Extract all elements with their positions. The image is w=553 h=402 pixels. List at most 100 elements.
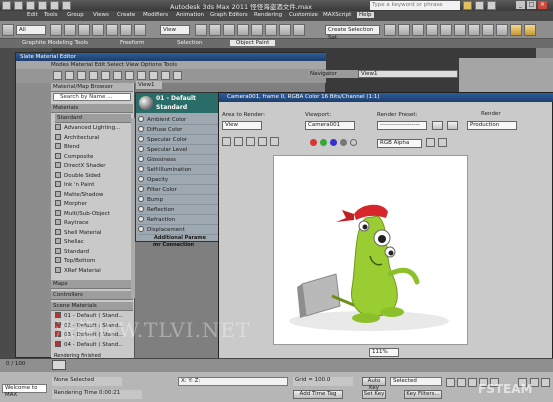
- edit-named-selection-icon[interactable]: [293, 24, 305, 36]
- toggle-ui-icon[interactable]: [438, 138, 447, 147]
- browser-search-input[interactable]: Search by Name ...: [53, 93, 131, 101]
- production-dropdown[interactable]: Production: [467, 121, 517, 130]
- manipulate-icon[interactable]: [209, 24, 221, 36]
- put-to-scene-icon[interactable]: [77, 71, 86, 80]
- spinner-snap-icon[interactable]: [279, 24, 291, 36]
- keyboard-shortcut-icon[interactable]: [223, 24, 235, 36]
- slot-socket-icon[interactable]: [138, 156, 144, 162]
- mirror-icon[interactable]: [384, 24, 396, 36]
- slot-socket-icon[interactable]: [138, 136, 144, 142]
- curve-editor-icon[interactable]: [440, 24, 452, 36]
- search-input[interactable]: Type a keyword or phrase: [370, 1, 460, 10]
- standard-section[interactable]: Standard: [55, 114, 131, 123]
- get-material-icon[interactable]: [65, 71, 74, 80]
- parameter-editor-icon[interactable]: [161, 71, 170, 80]
- menu-rendering[interactable]: Rendering: [254, 12, 282, 18]
- maxscript-listener[interactable]: Welcome to MAX: [2, 384, 47, 398]
- ribbon-tab-object-paint[interactable]: Object Paint: [230, 40, 276, 46]
- auto-key-button[interactable]: Auto Key: [362, 377, 386, 391]
- app-logo-icon[interactable]: [2, 1, 11, 10]
- time-slider-handle[interactable]: [52, 360, 66, 370]
- node-slot[interactable]: Refraction: [138, 215, 218, 225]
- material-list-item[interactable]: Composite: [55, 152, 131, 162]
- slot-socket-icon[interactable]: [138, 196, 144, 202]
- slot-socket-icon[interactable]: [138, 186, 144, 192]
- slot-socket-icon[interactable]: [138, 226, 144, 232]
- material-list-item[interactable]: DirectX Shader: [55, 162, 131, 171]
- menu-animation[interactable]: Animation: [176, 12, 204, 18]
- undo-icon[interactable]: [50, 1, 59, 10]
- go-to-start-icon[interactable]: [446, 378, 455, 387]
- material-list-item[interactable]: XRef Material: [55, 266, 131, 276]
- menu-edit[interactable]: Edit: [27, 12, 38, 18]
- ribbon-tab-freeform[interactable]: Freeform: [120, 40, 145, 46]
- pivot-icon[interactable]: [195, 24, 207, 36]
- scene-materials-section[interactable]: Scene Materials: [51, 302, 133, 311]
- render-setup-icon[interactable]: [482, 24, 494, 36]
- material-list-item[interactable]: Double Sided: [55, 171, 131, 181]
- search-icon[interactable]: [463, 1, 472, 10]
- node-slot[interactable]: Specular Level: [138, 145, 218, 155]
- select-by-material-icon[interactable]: [173, 71, 182, 80]
- clear-image-icon[interactable]: [270, 137, 279, 146]
- save-file-icon[interactable]: [38, 1, 47, 10]
- material-list-item[interactable]: Morpher: [55, 200, 131, 209]
- green-channel-icon[interactable]: [320, 139, 327, 146]
- rect-selection-icon[interactable]: [78, 24, 90, 36]
- menu-tools[interactable]: Tools: [44, 12, 58, 18]
- maximize-button[interactable]: □: [527, 1, 536, 9]
- render-production-icon[interactable]: [510, 24, 522, 36]
- node-slot[interactable]: Filter Color: [138, 185, 218, 195]
- controllers-section[interactable]: Controllers: [51, 291, 133, 300]
- show-map-icon[interactable]: [125, 71, 134, 80]
- node-slot[interactable]: Reflection: [138, 205, 218, 215]
- show-background-icon[interactable]: [137, 71, 146, 80]
- node-slot[interactable]: Diffuse Color: [138, 125, 218, 135]
- material-list-item[interactable]: Raytrace: [55, 219, 131, 228]
- node-slot[interactable]: Specular Color: [138, 135, 218, 145]
- minimize-button[interactable]: _: [516, 1, 525, 9]
- node-header[interactable]: 01 - Default Standard: [136, 93, 218, 113]
- ribbon-tab-selection[interactable]: Selection: [177, 40, 202, 46]
- rotate-icon[interactable]: [120, 24, 132, 36]
- render-setup-button[interactable]: [447, 121, 458, 130]
- snap-icon[interactable]: [237, 24, 249, 36]
- node-slot[interactable]: Self-Illumination: [138, 165, 218, 175]
- assign-material-icon[interactable]: [89, 71, 98, 80]
- print-image-icon[interactable]: [258, 137, 267, 146]
- preset-options-button[interactable]: [432, 121, 443, 130]
- blue-channel-icon[interactable]: [330, 139, 337, 146]
- select-object-icon[interactable]: [50, 24, 62, 36]
- menu-customize[interactable]: Customize: [289, 12, 318, 18]
- material-list-item[interactable]: Ink 'n Paint: [55, 181, 131, 190]
- material-list-item[interactable]: Shell Material: [55, 228, 131, 238]
- material-list-item[interactable]: Standard: [55, 247, 131, 257]
- slot-socket-icon[interactable]: [138, 176, 144, 182]
- close-button[interactable]: ×: [538, 1, 547, 9]
- align-icon[interactable]: [398, 24, 410, 36]
- undo-tool-icon[interactable]: [2, 24, 14, 36]
- clone-window-icon[interactable]: [246, 137, 255, 146]
- window-crossing-icon[interactable]: [92, 24, 104, 36]
- named-selection-dropdown[interactable]: Create Selection Set: [325, 25, 380, 41]
- slot-socket-icon[interactable]: [138, 206, 144, 212]
- material-editor-icon[interactable]: [468, 24, 480, 36]
- render-preset-dropdown[interactable]: --------------------: [377, 121, 427, 130]
- material-list-item[interactable]: Matte/Shadow: [55, 190, 131, 200]
- slate-menu-text[interactable]: Modes Material Edit Select View Options …: [16, 62, 177, 68]
- schematic-view-icon[interactable]: [454, 24, 466, 36]
- material-list-item[interactable]: Top/Bottom: [55, 257, 131, 266]
- ribbon-tab-graphite[interactable]: Graphite Modeling Tools: [22, 40, 88, 46]
- delete-selected-icon[interactable]: [101, 71, 110, 80]
- mono-channel-icon[interactable]: [350, 139, 357, 146]
- red-channel-icon[interactable]: [310, 139, 317, 146]
- move-icon[interactable]: [106, 24, 118, 36]
- select-by-name-icon[interactable]: [64, 24, 76, 36]
- move-children-icon[interactable]: [113, 71, 122, 80]
- key-filters-button[interactable]: Key Filters...: [404, 390, 442, 399]
- view-dropdown[interactable]: View1: [358, 70, 458, 78]
- menu-views[interactable]: Views: [93, 12, 109, 18]
- material-node[interactable]: 01 - Default Standard Ambient Color Diffu…: [135, 92, 219, 242]
- alpha-channel-icon[interactable]: [340, 139, 347, 146]
- coordinates-display[interactable]: X: Y: Z:: [178, 377, 288, 386]
